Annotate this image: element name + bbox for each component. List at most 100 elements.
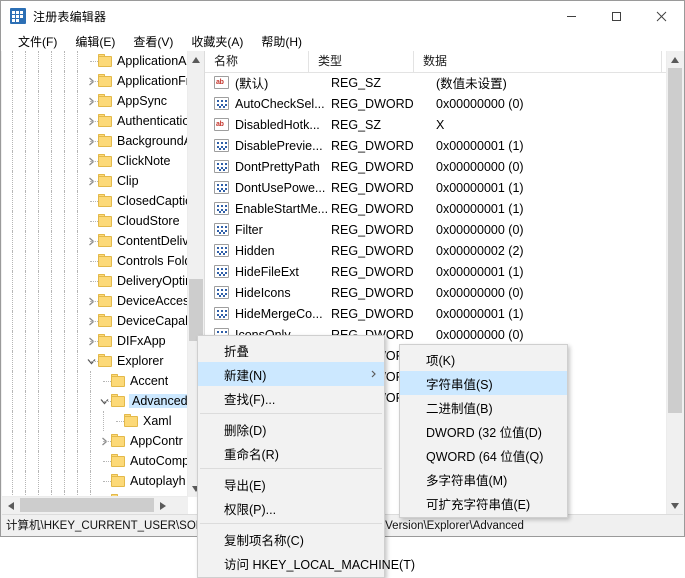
submenu-multi-string-value[interactable]: 多字符串值(M) xyxy=(400,467,567,491)
tree-item-cloudstore[interactable]: CloudStore xyxy=(2,211,188,231)
ctx-permissions[interactable]: 权限(P)... xyxy=(198,496,384,520)
value-data: 0x00000001 (1) xyxy=(436,139,524,153)
column-name[interactable]: 名称 xyxy=(205,51,309,72)
value-type: REG_DWORD xyxy=(331,202,436,216)
tree-item-difxapp[interactable]: DIFxApp xyxy=(2,331,188,351)
submenu-expandable-string-value[interactable]: 可扩充字符串值(E) xyxy=(400,491,567,515)
chevron-right-icon xyxy=(371,362,376,386)
folder-icon xyxy=(98,255,112,267)
ctx-collapse[interactable]: 折叠 xyxy=(198,338,384,362)
ctx-find[interactable]: 查找(F)... xyxy=(198,386,384,410)
tree-item-controls-folde[interactable]: Controls Folde xyxy=(2,251,188,271)
tree-item-applicationfra[interactable]: ApplicationFra xyxy=(2,71,188,91)
values-scroll-down-arrow[interactable] xyxy=(667,497,683,514)
tree-item-explorer[interactable]: Explorer xyxy=(2,351,188,371)
tree-item-appsync[interactable]: AppSync xyxy=(2,91,188,111)
tree-item-label: DeliveryOptimi xyxy=(117,274,188,288)
value-data: 0x00000000 (0) xyxy=(436,160,524,174)
tree-item-devicecapabili[interactable]: DeviceCapabili xyxy=(2,311,188,331)
tree-scroll-left-arrow[interactable] xyxy=(2,497,19,514)
value-name: AutoCheckSel... xyxy=(235,97,331,111)
tree-item-clicknote[interactable]: ClickNote xyxy=(2,151,188,171)
tree-scroll-right-arrow[interactable] xyxy=(154,497,171,514)
menu-help[interactable]: 帮助(H) xyxy=(252,31,311,52)
value-row[interactable]: HideFileExtREG_DWORD0x00000001 (1) xyxy=(205,261,667,282)
tree-item-authentication[interactable]: Authentication xyxy=(2,111,188,131)
tree-item-clip[interactable]: Clip xyxy=(2,171,188,191)
value-row[interactable]: AutoCheckSel...REG_DWORD0x00000000 (0) xyxy=(205,93,667,114)
tree-item-contentdeliver[interactable]: ContentDeliver xyxy=(2,231,188,251)
dword-value-icon xyxy=(214,160,229,173)
tree-item-backgroundac[interactable]: BackgroundAc xyxy=(2,131,188,151)
value-row[interactable]: HideIconsREG_DWORD0x00000000 (0) xyxy=(205,282,667,303)
submenu-qword-value[interactable]: QWORD (64 位值(Q) xyxy=(400,443,567,467)
tree-scroll-up-arrow[interactable] xyxy=(188,51,204,68)
ctx-new[interactable]: 新建(N) xyxy=(198,362,384,386)
submenu-string-value[interactable]: 字符串值(S) xyxy=(400,371,567,395)
value-row[interactable]: DisablePrevie...REG_DWORD0x00000001 (1) xyxy=(205,135,667,156)
tree-item-label: Authentication xyxy=(117,114,188,128)
tree-scrollbar-thumb[interactable] xyxy=(189,279,203,341)
submenu-binary-value[interactable]: 二进制值(B) xyxy=(400,395,567,419)
folder-icon xyxy=(98,155,112,167)
value-name: HideFileExt xyxy=(235,265,331,279)
value-row[interactable]: ab(默认)REG_SZ(数值未设置) xyxy=(205,72,667,93)
tree-item-closedcaption[interactable]: ClosedCaption xyxy=(2,191,188,211)
maximize-button[interactable] xyxy=(594,1,639,31)
menu-separator xyxy=(200,523,382,524)
ctx-export[interactable]: 导出(E) xyxy=(198,472,384,496)
tree-item-autoplayh[interactable]: Autoplayh xyxy=(2,471,188,491)
tree-item-advanced[interactable]: Advanced xyxy=(2,391,188,411)
title-bar: 注册表编辑器 xyxy=(1,1,684,31)
values-scrollbar-thumb[interactable] xyxy=(668,68,682,413)
values-scroll-up-arrow[interactable] xyxy=(667,51,683,68)
value-name: Filter xyxy=(235,223,331,237)
value-data: 0x00000001 (1) xyxy=(436,202,524,216)
value-name: DisabledHotk... xyxy=(235,118,331,132)
column-data[interactable]: 数据 xyxy=(414,51,662,72)
menu-file[interactable]: 文件(F) xyxy=(9,31,66,52)
tree-item-accent[interactable]: Accent xyxy=(2,371,188,391)
ctx-goto-hklm[interactable]: 访问 HKEY_LOCAL_MACHINE(T) xyxy=(198,551,384,575)
menu-item-label: 新建(N) xyxy=(224,365,266,384)
tree-item-deliveryoptimi[interactable]: DeliveryOptimi xyxy=(2,271,188,291)
tree-horizontal-scrollbar[interactable] xyxy=(2,496,188,514)
ctx-copy-key-name[interactable]: 复制项名称(C) xyxy=(198,527,384,551)
menu-favorites[interactable]: 收藏夹(A) xyxy=(182,31,252,52)
folder-icon xyxy=(111,375,125,387)
value-row[interactable]: EnableStartMe...REG_DWORD0x00000001 (1) xyxy=(205,198,667,219)
ctx-delete[interactable]: 删除(D) xyxy=(198,417,384,441)
folder-icon xyxy=(98,135,112,147)
value-row[interactable]: DontPrettyPathREG_DWORD0x00000000 (0) xyxy=(205,156,667,177)
tree-item-label: Advanced xyxy=(129,394,188,408)
tree-item-applicationass[interactable]: ApplicationAss xyxy=(2,51,188,71)
value-row[interactable]: FilterREG_DWORD0x00000000 (0) xyxy=(205,219,667,240)
value-type: REG_DWORD xyxy=(331,139,436,153)
menu-edit[interactable]: 编辑(E) xyxy=(66,31,124,52)
menu-view[interactable]: 查看(V) xyxy=(124,31,182,52)
new-submenu[interactable]: 项(K)字符串值(S)二进制值(B)DWORD (32 位值(D)QWORD (… xyxy=(399,344,568,518)
tree-item-autocomp[interactable]: AutoComp xyxy=(2,451,188,471)
tree-item-deviceaccess[interactable]: DeviceAccess xyxy=(2,291,188,311)
context-menu[interactable]: 折叠新建(N) 查找(F)... 删除(D)重命名(R) 导出(E)权限(P)... 复… xyxy=(197,335,385,578)
value-row[interactable]: DontUsePowe...REG_DWORD0x00000001 (1) xyxy=(205,177,667,198)
menu-bar: 文件(F)编辑(E)查看(V)收藏夹(A)帮助(H) xyxy=(1,31,684,51)
tree-item-label: AutoComp xyxy=(130,454,188,468)
value-row[interactable]: HiddenREG_DWORD0x00000002 (2) xyxy=(205,240,667,261)
value-row[interactable]: HideMergeCo...REG_DWORD0x00000001 (1) xyxy=(205,303,667,324)
tree-item-appcontr[interactable]: AppContr xyxy=(2,431,188,451)
column-type[interactable]: 类型 xyxy=(309,51,414,72)
tree-item-label: Controls Folde xyxy=(117,254,188,268)
minimize-button[interactable] xyxy=(549,1,594,31)
folder-icon xyxy=(98,195,112,207)
registry-tree[interactable]: ApplicationAssApplicationFraAppSync Authe… xyxy=(2,51,188,497)
menu-item-label: 可扩充字符串值(E) xyxy=(426,494,530,513)
submenu-key[interactable]: 项(K) xyxy=(400,347,567,371)
values-vertical-scrollbar[interactable] xyxy=(666,51,683,514)
tree-item-xaml[interactable]: Xaml xyxy=(2,411,188,431)
tree-hscrollbar-thumb[interactable] xyxy=(20,498,154,512)
submenu-dword-value[interactable]: DWORD (32 位值(D) xyxy=(400,419,567,443)
ctx-rename[interactable]: 重命名(R) xyxy=(198,441,384,465)
close-button[interactable] xyxy=(639,1,684,31)
value-row[interactable]: abDisabledHotk...REG_SZX xyxy=(205,114,667,135)
